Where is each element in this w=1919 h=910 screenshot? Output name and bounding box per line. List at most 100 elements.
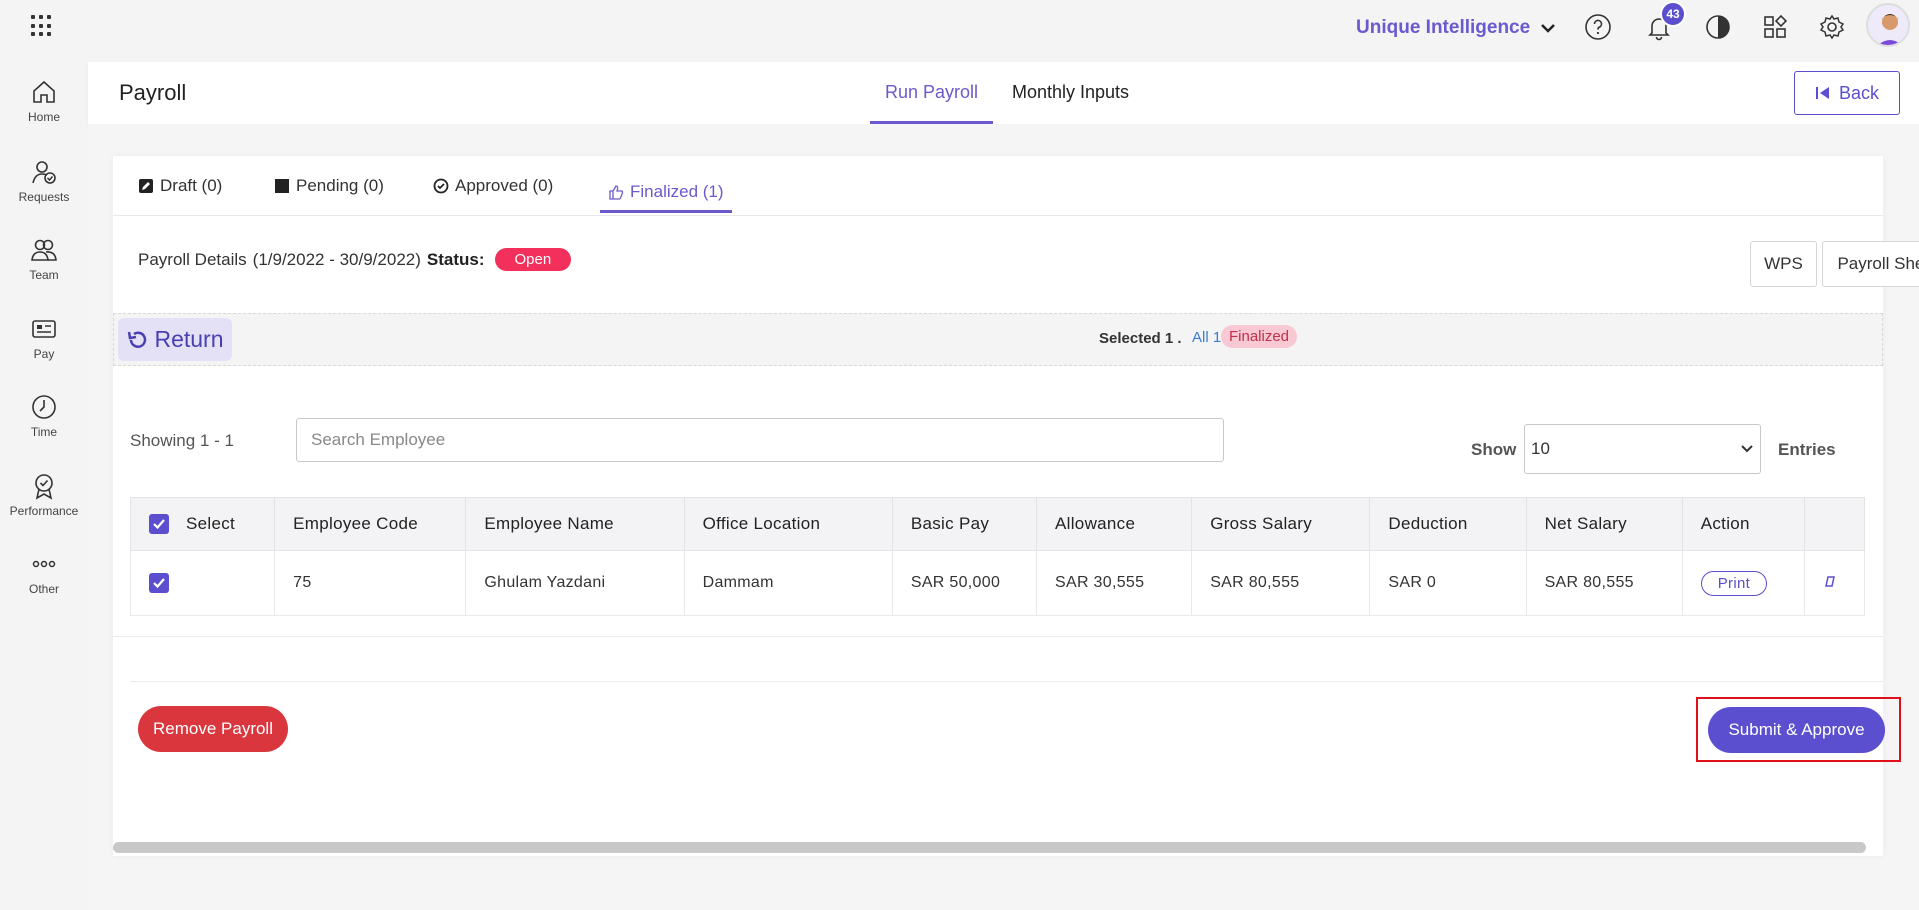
apps-icon[interactable]	[1760, 12, 1790, 42]
wps-button[interactable]: WPS	[1750, 241, 1817, 287]
edit-cell	[1803, 550, 1866, 616]
org-switcher[interactable]: Unique Intelligence	[1356, 17, 1556, 39]
column-header: Action	[1681, 497, 1805, 551]
employee-table: Select Employee Code Employee Name Offic…	[129, 497, 1866, 616]
column-header	[1803, 497, 1866, 551]
edit-pencil-icon[interactable]	[1823, 574, 1837, 588]
employee-code: 75	[274, 550, 467, 616]
horizontal-scrollbar[interactable]	[113, 842, 1866, 853]
remove-payroll-button[interactable]: Remove Payroll	[138, 706, 288, 752]
pie-chart-icon[interactable]	[1703, 12, 1733, 42]
details-period: (1/9/2022 - 30/9/2022)	[252, 249, 421, 269]
payroll-sheet-button[interactable]: Payroll Sheet	[1822, 241, 1919, 287]
edit-icon	[139, 179, 153, 193]
pay-icon	[32, 320, 56, 338]
table-header-row: Select Employee Code Employee Name Offic…	[129, 497, 1866, 551]
column-header: Deduction	[1369, 497, 1527, 551]
square-icon	[275, 179, 289, 193]
select-all-link[interactable]: All 1	[1192, 329, 1221, 346]
sidebar-item-label: Other	[28, 582, 59, 596]
main-panel: Payroll Run Payroll Monthly Inputs Back …	[88, 62, 1919, 910]
employee-name: Ghulam Yazdani	[465, 550, 685, 616]
sidebar-item-label: Requests	[18, 190, 70, 204]
tab-pending[interactable]: Pending (0)	[274, 176, 384, 196]
tab-approved[interactable]: Approved (0)	[433, 176, 553, 196]
help-icon[interactable]	[1583, 12, 1613, 42]
return-button[interactable]: Return	[118, 318, 232, 361]
net-salary: SAR 80,555	[1525, 550, 1683, 616]
column-header: Allowance	[1036, 497, 1193, 551]
sidebar-item-pay[interactable]: Pay	[0, 315, 88, 361]
column-header: Net Salary	[1525, 497, 1683, 551]
chevron-down-icon	[1741, 445, 1753, 453]
sidebar-item-label: Time	[30, 425, 58, 439]
settings-gear-icon[interactable]	[1817, 12, 1847, 42]
column-header: Employee Name	[465, 497, 685, 551]
basic-pay: SAR 50,000	[891, 550, 1038, 616]
user-avatar[interactable]	[1866, 3, 1910, 47]
requests-icon	[32, 161, 56, 184]
back-arrow-icon	[1815, 87, 1829, 99]
tab-monthly-inputs[interactable]: Monthly Inputs	[1012, 82, 1129, 121]
row-checkbox[interactable]	[149, 573, 169, 593]
top-bar: Unique Intelligence 43	[0, 0, 1919, 62]
return-label: Return	[154, 326, 224, 352]
sidebar-item-team[interactable]: Team	[0, 236, 88, 282]
gross-salary: SAR 80,555	[1191, 550, 1371, 616]
tab-finalized[interactable]: Finalized (1)	[600, 173, 732, 213]
sidebar: Home Requests Team Pay Time Performance …	[0, 62, 88, 910]
select-header: Select	[129, 497, 276, 551]
notification-badge: 43	[1660, 1, 1686, 27]
sidebar-item-performance[interactable]: Performance	[0, 472, 88, 518]
column-header: Office Location	[683, 497, 893, 551]
tab-run-payroll[interactable]: Run Payroll	[870, 82, 994, 124]
clock-icon	[32, 395, 56, 419]
column-header: Select	[186, 513, 236, 533]
thumbs-up-icon	[609, 184, 624, 200]
divider	[113, 636, 1883, 637]
finalized-badge: Finalized	[1221, 325, 1298, 348]
entries-select[interactable]: 10	[1524, 424, 1761, 474]
divider	[130, 681, 1883, 682]
action-cell: Print	[1681, 550, 1805, 616]
sidebar-item-time[interactable]: Time	[0, 393, 88, 439]
deduction: SAR 0	[1369, 550, 1527, 616]
sidebar-item-other[interactable]: Other	[0, 550, 88, 596]
page-title: Payroll	[119, 80, 187, 105]
selection-bar: Return Selected 1 . All 1 Finalized	[113, 313, 1883, 366]
app-grid-icon[interactable]	[30, 14, 54, 38]
notification-bell-icon[interactable]: 43	[1644, 1, 1686, 42]
sidebar-item-home[interactable]: Home	[0, 78, 88, 124]
home-icon	[33, 80, 55, 103]
status-label: Status:	[426, 249, 485, 269]
sidebar-item-label: Performance	[9, 504, 79, 518]
search-employee-input[interactable]	[296, 418, 1224, 462]
sidebar-item-label: Home	[27, 110, 60, 124]
column-header: Gross Salary	[1191, 497, 1371, 551]
status-badge: Open	[494, 248, 572, 271]
print-button[interactable]: Print	[1700, 570, 1768, 596]
showing-count: Showing 1 - 1	[130, 431, 234, 450]
badge-icon	[35, 474, 53, 500]
entries-value: 10	[1531, 439, 1550, 458]
select-all-checkbox[interactable]	[149, 514, 169, 535]
payroll-details: Payroll Details (1/9/2022 - 30/9/2022) S…	[138, 248, 572, 271]
column-header: Basic Pay	[891, 497, 1038, 551]
org-name: Unique Intelligence	[1356, 17, 1531, 38]
sidebar-item-label: Team	[29, 268, 59, 282]
submit-approve-button[interactable]: Submit & Approve	[1708, 707, 1885, 753]
team-icon	[31, 239, 57, 261]
column-header: Employee Code	[274, 497, 467, 551]
entries-label: Entries	[1778, 440, 1836, 459]
sidebar-item-requests[interactable]: Requests	[0, 158, 88, 204]
selected-count: Selected 1 .	[1099, 330, 1182, 347]
more-icon	[32, 560, 56, 568]
table-row: 75 Ghulam Yazdani Dammam SAR 50,000 SAR …	[129, 550, 1866, 616]
check-circle-icon	[433, 178, 449, 194]
show-label: Show	[1471, 440, 1517, 459]
payroll-card: Draft (0) Pending (0) Approved (0) Final…	[113, 156, 1919, 856]
status-tabs: Draft (0) Pending (0) Approved (0) Final…	[113, 156, 1883, 216]
tab-draft[interactable]: Draft (0)	[138, 176, 222, 196]
sidebar-item-label: Pay	[33, 347, 55, 361]
back-button[interactable]: Back	[1794, 71, 1900, 115]
